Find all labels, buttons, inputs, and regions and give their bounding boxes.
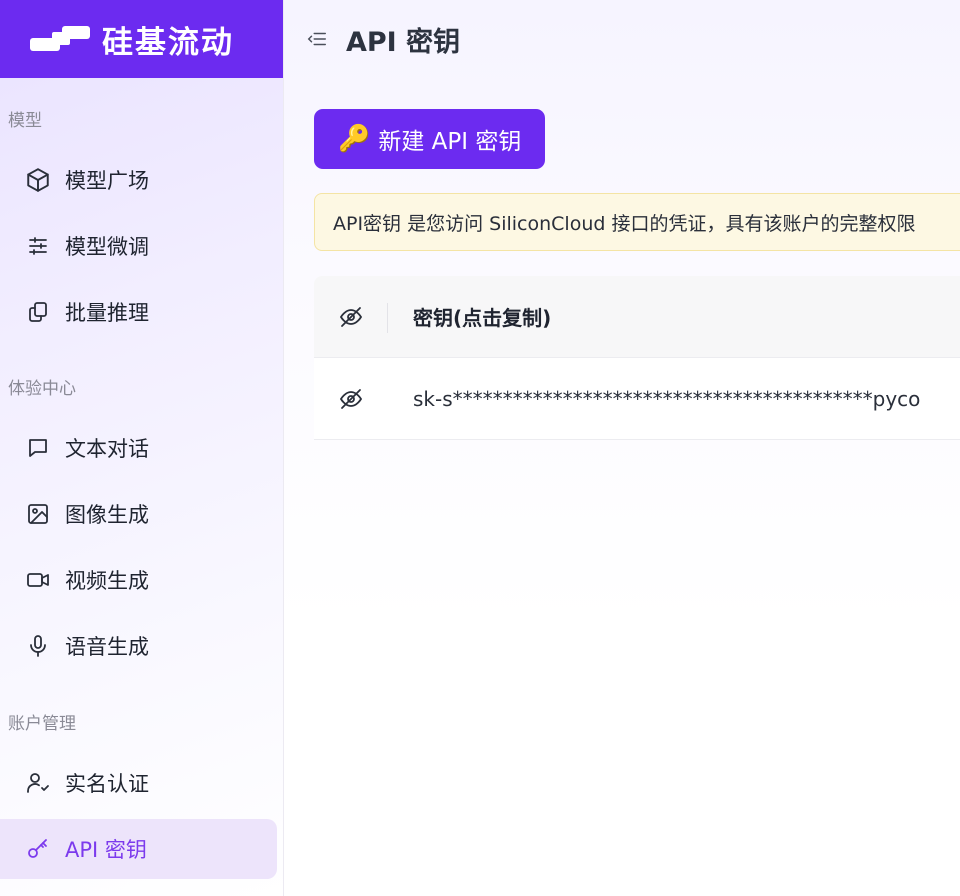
brand-header[interactable]: 硅基流动	[0, 0, 283, 78]
table-header: 密钥(点击复制)	[314, 276, 960, 358]
sidebar-item-text-chat[interactable]: 文本对话	[0, 418, 277, 478]
main-content: API 密钥 🔑 新建 API 密钥 API密钥 是您访问 SiliconClo…	[284, 0, 960, 896]
sliders-icon	[24, 232, 52, 260]
section-title-account: 账户管理	[8, 714, 76, 734]
sidebar-item-model-square[interactable]: 模型广场	[0, 150, 277, 210]
section-title-models: 模型	[8, 111, 42, 131]
microphone-icon	[24, 632, 52, 660]
api-key-value[interactable]: sk-s************************************…	[388, 387, 920, 411]
notice-text: API密钥 是您访问 SiliconCloud 接口的凭证，具有该账户的完整权限	[333, 212, 916, 235]
key-emoji-icon: 🔑	[338, 124, 371, 154]
eye-off-icon	[339, 306, 363, 327]
brand-name: 硅基流动	[102, 24, 234, 61]
new-api-key-label: 新建 API 密钥	[378, 129, 522, 155]
user-check-icon	[24, 769, 52, 797]
sidebar-item-label: 视频生成	[65, 569, 149, 593]
cube-icon	[24, 166, 52, 194]
eye-off-icon	[339, 388, 363, 409]
table-row: sk-s************************************…	[314, 358, 960, 440]
sidebar-item-api-keys[interactable]: API 密钥	[0, 819, 277, 879]
sidebar-item-label: API 密钥	[65, 838, 147, 862]
collapse-sidebar-icon[interactable]	[306, 28, 328, 50]
sidebar-item-voice-gen[interactable]: 语音生成	[0, 616, 277, 676]
sidebar-item-label: 模型微调	[65, 235, 149, 259]
sidebar-item-fine-tune[interactable]: 模型微调	[0, 216, 277, 276]
api-keys-table: 密钥(点击复制) sk-s***************************…	[314, 276, 960, 440]
sidebar-item-video-gen[interactable]: 视频生成	[0, 550, 277, 610]
notice-banner: API密钥 是您访问 SiliconCloud 接口的凭证，具有该账户的完整权限	[314, 193, 960, 251]
sidebar-item-real-name[interactable]: 实名认证	[0, 753, 277, 813]
copy-stack-icon	[24, 298, 52, 326]
toggle-visibility-all[interactable]	[314, 276, 388, 357]
brand-logo	[30, 26, 90, 51]
top-bar: API 密钥	[284, 0, 960, 78]
section-title-experience: 体验中心	[8, 379, 76, 399]
sidebar-item-label: 模型广场	[65, 169, 149, 193]
chat-icon	[24, 434, 52, 462]
image-icon	[24, 500, 52, 528]
sidebar-item-batch-inference[interactable]: 批量推理	[0, 282, 277, 342]
sidebar-item-image-gen[interactable]: 图像生成	[0, 484, 277, 544]
column-header-key: 密钥(点击复制)	[413, 306, 552, 330]
sidebar-item-label: 批量推理	[65, 301, 149, 325]
sidebar-item-label: 语音生成	[65, 635, 149, 659]
toggle-visibility-row[interactable]	[314, 358, 388, 439]
video-icon	[24, 566, 52, 594]
sidebar-item-label: 实名认证	[65, 772, 149, 796]
sidebar-item-label: 文本对话	[65, 437, 149, 461]
page-title: API 密钥	[346, 26, 461, 58]
sidebar-item-label: 图像生成	[65, 503, 149, 527]
new-api-key-button[interactable]: 🔑 新建 API 密钥	[314, 109, 546, 169]
key-icon	[24, 835, 52, 863]
sidebar: 硅基流动 模型 模型广场 模型微调 批量推理 体验中心 文本对话 图像生成 视频…	[0, 0, 284, 896]
